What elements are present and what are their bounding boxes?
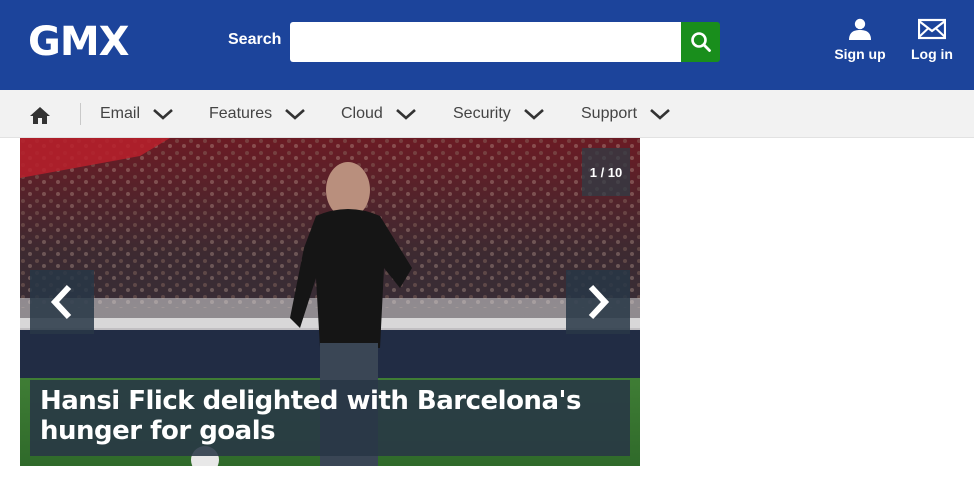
slide-counter: 1 / 10 <box>582 148 630 196</box>
chevron-down-icon <box>153 109 173 120</box>
nav-item-support[interactable]: Support <box>581 90 671 138</box>
nav-item-label: Support <box>581 105 638 122</box>
search-icon <box>690 32 711 52</box>
envelope-icon <box>918 18 946 40</box>
user-icon <box>849 18 871 40</box>
news-slideshow[interactable]: 1 / 10 Hansi Flick delighted with Barcel… <box>20 138 640 466</box>
site-header: GMX Search Sign up Log in <box>0 0 974 90</box>
signup-button[interactable]: Sign up <box>829 18 891 70</box>
gmx-logo[interactable]: GMX <box>28 19 129 65</box>
chevron-down-icon <box>285 109 306 120</box>
nav-item-label: Email <box>100 105 141 122</box>
headline-text: Hansi Flick delighted with Barcelona's h… <box>40 386 581 446</box>
login-label: Log in <box>911 46 953 62</box>
chevron-left-icon <box>50 284 72 320</box>
slide-headline[interactable]: Hansi Flick delighted with Barcelona's h… <box>30 380 630 456</box>
search-input[interactable] <box>290 22 681 62</box>
search-button[interactable] <box>681 22 720 62</box>
login-button[interactable]: Log in <box>901 18 963 70</box>
main-nav: Email Features Cloud Security Support <box>0 90 974 138</box>
chevron-down-icon <box>523 109 544 120</box>
search-label: Search <box>228 31 282 48</box>
signup-label: Sign up <box>834 46 886 62</box>
nav-item-email[interactable]: Email <box>100 90 174 138</box>
prev-slide-button[interactable] <box>30 270 94 334</box>
nav-item-label: Cloud <box>341 105 383 122</box>
nav-item-security[interactable]: Security <box>453 90 545 138</box>
chevron-down-icon <box>650 109 670 120</box>
nav-divider <box>80 103 81 125</box>
chevron-right-icon <box>588 284 610 320</box>
next-slide-button[interactable] <box>566 270 630 334</box>
home-icon <box>30 107 50 124</box>
nav-item-cloud[interactable]: Cloud <box>341 90 417 138</box>
nav-item-features[interactable]: Features <box>209 90 306 138</box>
nav-item-label: Features <box>209 105 273 122</box>
nav-item-label: Security <box>453 105 511 122</box>
chevron-down-icon <box>395 109 416 120</box>
home-button[interactable] <box>28 104 52 126</box>
